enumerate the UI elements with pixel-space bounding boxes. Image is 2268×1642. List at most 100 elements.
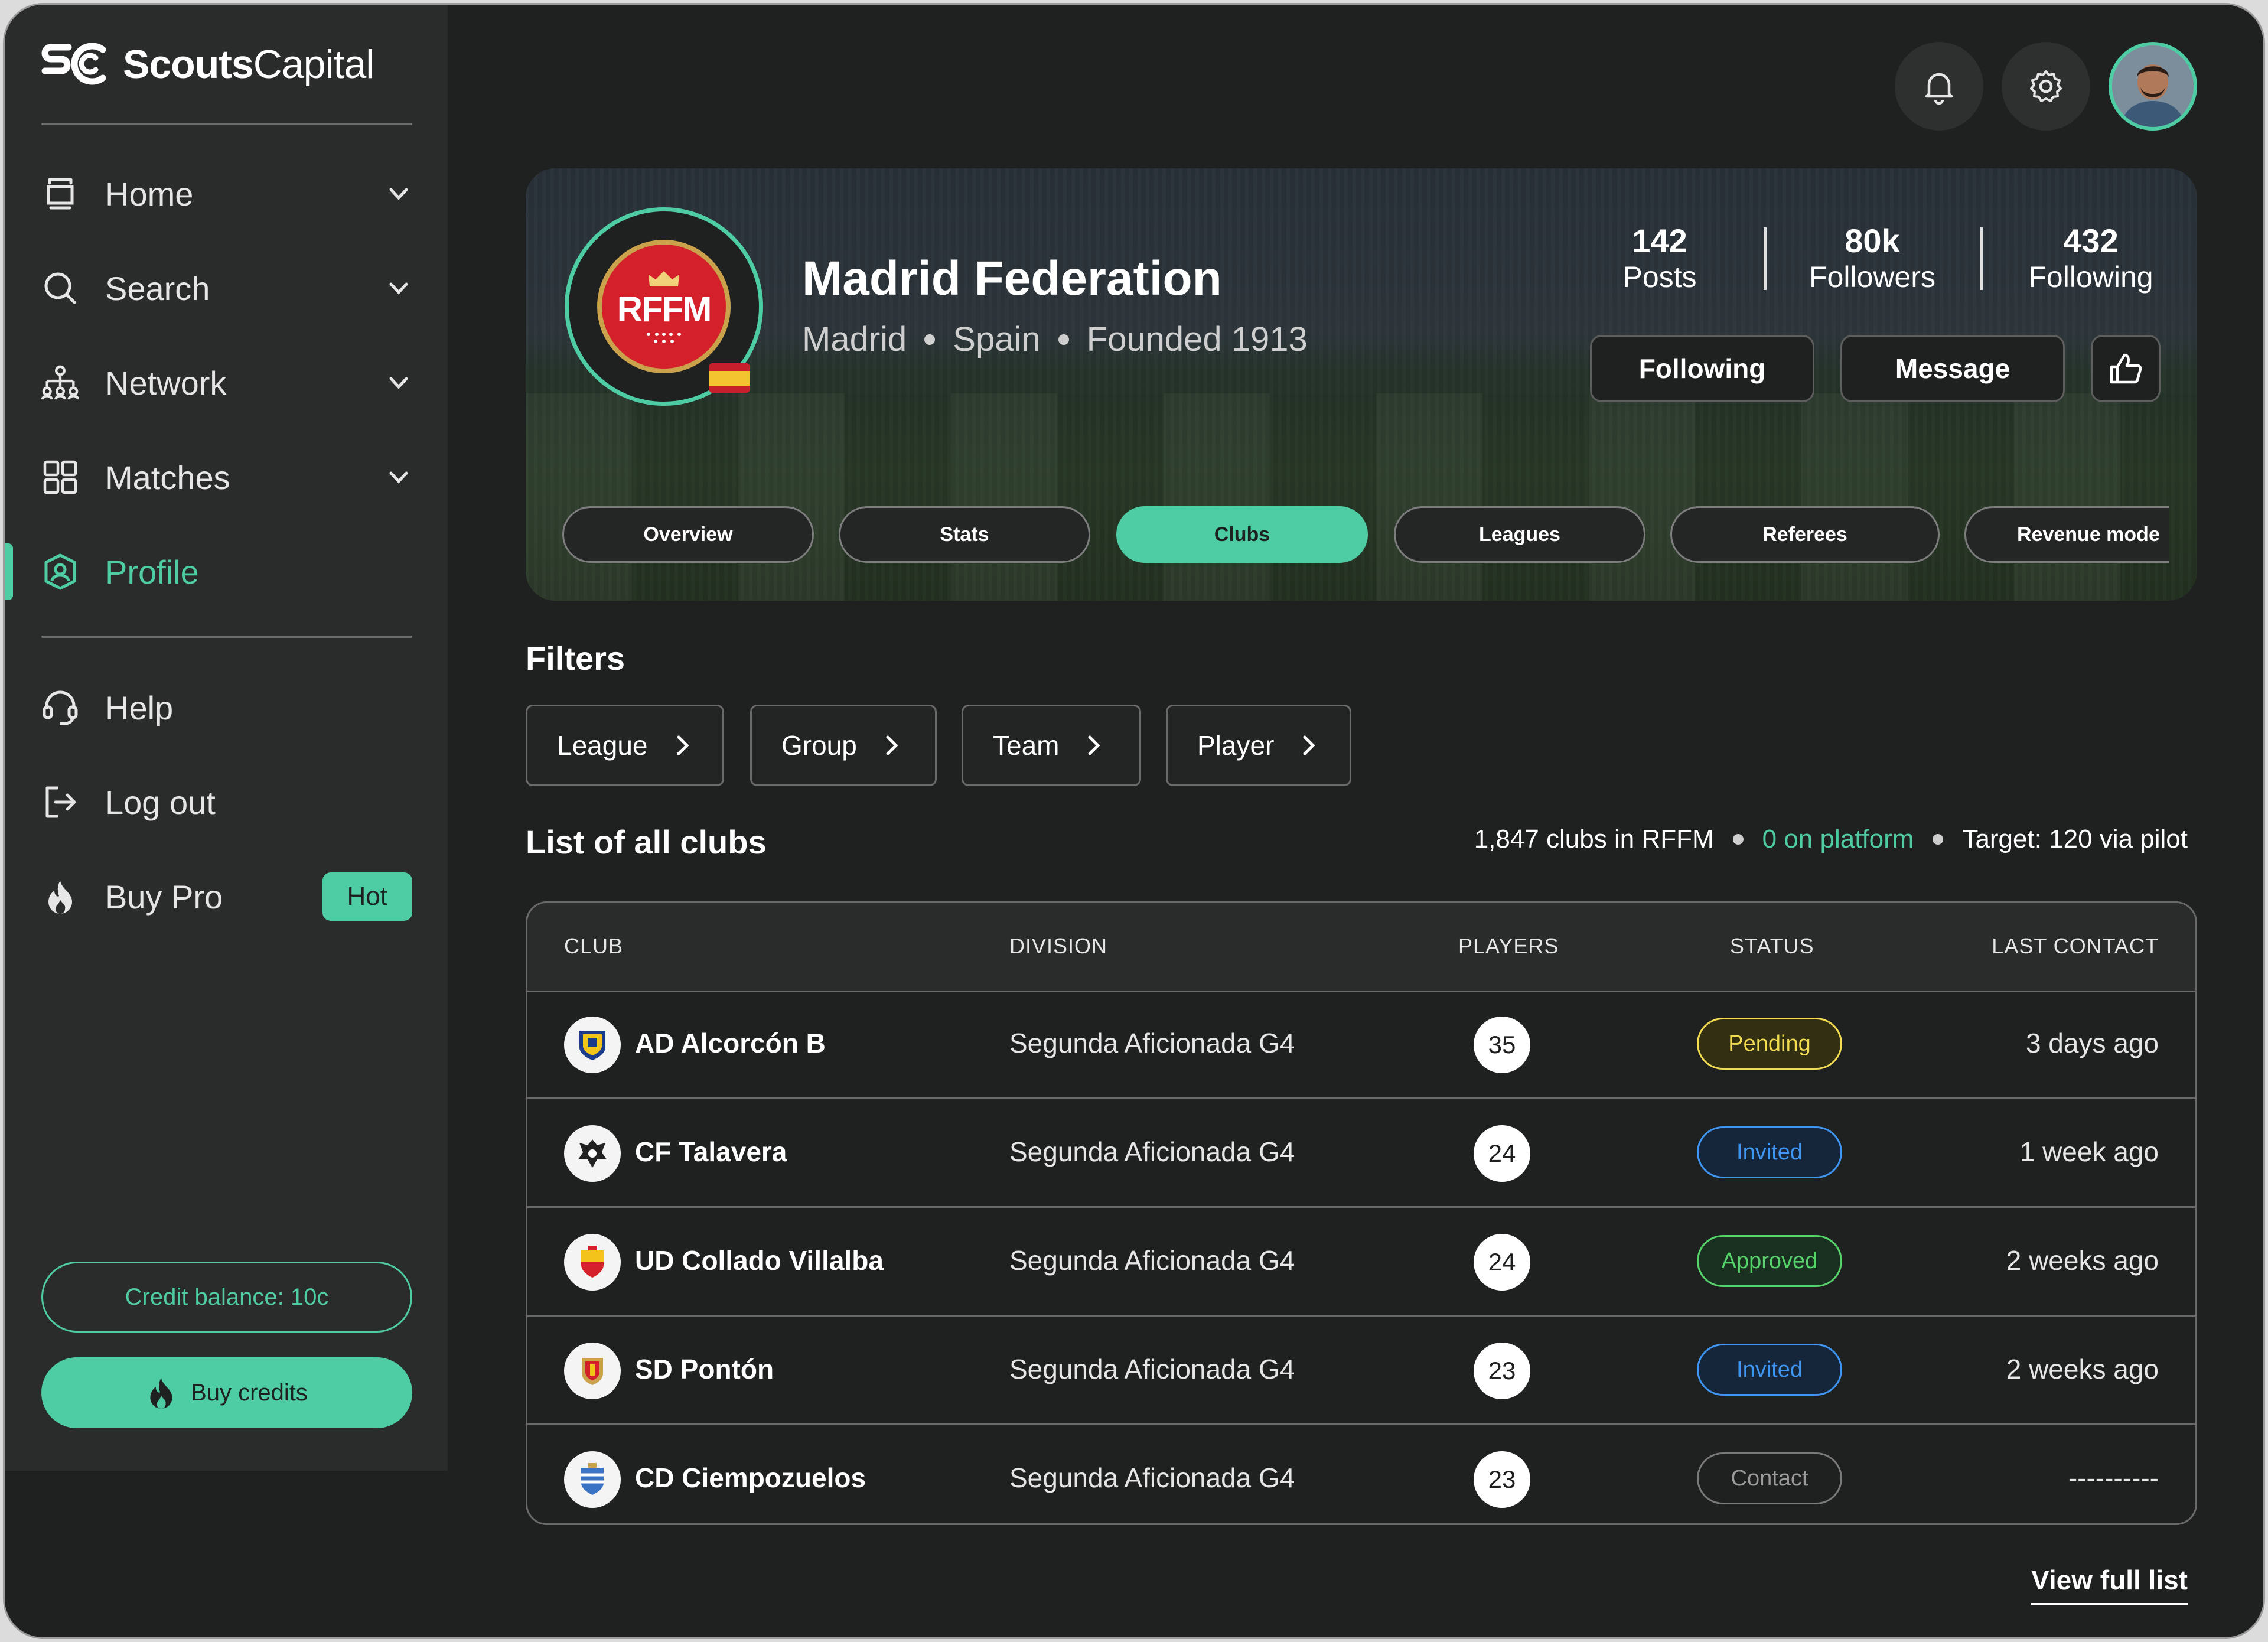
bell-icon — [1925, 73, 1953, 105]
club-logo-icon — [564, 1343, 621, 1399]
last-contact: 3 days ago — [2025, 1028, 2159, 1058]
message-button[interactable]: Message — [1840, 335, 2065, 402]
notifications-button[interactable] — [1895, 42, 1983, 131]
sidebar-divider — [41, 636, 412, 638]
headset-icon — [41, 689, 79, 726]
view-full-list-link[interactable]: View full list — [2031, 1564, 2188, 1605]
player-count: 23 — [1474, 1343, 1530, 1399]
tab-stats[interactable]: Stats — [839, 506, 1090, 563]
column-header-club[interactable]: CLUB — [564, 934, 623, 959]
sidebar-divider — [41, 123, 412, 125]
club-name[interactable]: AD Alcorcón B — [635, 1027, 826, 1059]
profile-icon — [41, 553, 79, 591]
sidebar-item-search[interactable]: Search — [41, 259, 412, 318]
sidebar-item-home[interactable]: Home — [41, 164, 412, 223]
like-button[interactable] — [2091, 335, 2161, 402]
club-name[interactable]: SD Pontón — [635, 1353, 774, 1385]
clubs-list-title: List of all clubs — [526, 823, 767, 861]
sidebar-item-buy-pro[interactable]: Buy Pro Hot — [41, 867, 412, 926]
profile-meta: Madrid Spain Founded 1913 — [802, 320, 1308, 359]
tab-clubs[interactable]: Clubs — [1116, 506, 1368, 563]
brand-name: ScoutsCapital — [123, 42, 374, 87]
sidebar-item-label: Profile — [105, 553, 199, 591]
stat-value: 80k — [1845, 222, 1900, 259]
search-icon — [41, 269, 79, 307]
club-name[interactable]: CF Talavera — [635, 1136, 787, 1168]
sidebar-item-label: Help — [105, 689, 174, 726]
filter-team[interactable]: Team — [962, 705, 1141, 786]
app-window: ScoutsCapital Home Search Network Matche… — [3, 3, 2265, 1639]
profile-tabs: Overview Stats Clubs Leagues Referees Re… — [562, 506, 2169, 565]
profile-city: Madrid — [802, 320, 907, 359]
chevron-down-icon — [389, 282, 408, 295]
profile-name: Madrid Federation — [802, 252, 1222, 305]
brand-logo[interactable]: ScoutsCapital — [41, 41, 374, 87]
column-header-status[interactable]: STATUS — [1730, 934, 1814, 959]
filters-title: Filters — [526, 640, 625, 677]
stat-followers[interactable]: 80k Followers — [1801, 221, 1943, 294]
club-division: Segunda Aficionada G4 — [1009, 1245, 1295, 1276]
separator-dot — [1933, 834, 1944, 845]
column-header-last-contact[interactable]: LAST CONTACT — [1992, 934, 2159, 959]
flame-icon — [150, 1377, 172, 1409]
thumbs-up-icon — [2110, 353, 2142, 384]
clubs-table: CLUB DIVISION PLAYERS STATUS LAST CONTAC… — [526, 901, 2197, 1525]
status-badge[interactable]: Invited — [1697, 1126, 1842, 1178]
filter-label: Team — [993, 730, 1060, 761]
table-row[interactable]: CD Ciempozuelos Segunda Aficionada G4 23… — [527, 1425, 2195, 1523]
club-name[interactable]: UD Collado Villalba — [635, 1244, 884, 1276]
table-row[interactable]: CF Talavera Segunda Aficionada G4 24 Inv… — [527, 1099, 2195, 1208]
stars-icon — [647, 332, 681, 343]
stat-following[interactable]: 432 Following — [2020, 221, 2162, 294]
stat-posts[interactable]: 142 Posts — [1601, 221, 1719, 294]
buy-credits-label: Buy credits — [191, 1379, 308, 1406]
club-division: Segunda Aficionada G4 — [1009, 1354, 1295, 1384]
chevron-right-icon — [1088, 735, 1101, 755]
sidebar-item-network[interactable]: Network — [41, 353, 412, 412]
contact-button[interactable]: Contact — [1697, 1452, 1842, 1504]
separator-dot — [924, 334, 936, 345]
status-badge[interactable]: Invited — [1697, 1344, 1842, 1396]
table-row[interactable]: UD Collado Villalba Segunda Aficionada G… — [527, 1208, 2195, 1317]
buy-credits-button[interactable]: Buy credits — [41, 1357, 412, 1428]
sidebar-item-label: Home — [105, 175, 194, 213]
table-row[interactable]: SD Pontón Segunda Aficionada G4 23 Invit… — [527, 1317, 2195, 1425]
column-header-division[interactable]: DIVISION — [1009, 934, 1107, 959]
stat-divider — [1764, 227, 1767, 290]
status-badge[interactable]: Pending — [1697, 1018, 1842, 1070]
table-row[interactable]: AD Alcorcón B Segunda Aficionada G4 35 P… — [527, 991, 2195, 1099]
club-division: Segunda Aficionada G4 — [1009, 1136, 1295, 1167]
chevron-right-icon — [1303, 735, 1315, 755]
sidebar-item-logout[interactable]: Log out — [41, 773, 412, 832]
filter-player[interactable]: Player — [1166, 705, 1351, 786]
club-logo-icon — [564, 1234, 621, 1291]
chevron-down-icon — [389, 188, 408, 200]
last-contact: 2 weeks ago — [2006, 1354, 2159, 1384]
club-name[interactable]: CD Ciempozuelos — [635, 1462, 866, 1494]
logout-icon — [41, 783, 79, 821]
sidebar-item-profile[interactable]: Profile — [41, 542, 412, 601]
clubs-target: Target: 120 via pilot — [1962, 825, 2188, 853]
club-logo-icon — [564, 1017, 621, 1073]
chevron-right-icon — [677, 735, 689, 755]
following-button[interactable]: Following — [1590, 335, 1814, 402]
avatar[interactable] — [2109, 42, 2197, 131]
crown-icon — [649, 271, 679, 286]
tab-leagues[interactable]: Leagues — [1394, 506, 1645, 563]
tab-overview[interactable]: Overview — [562, 506, 814, 563]
chevron-right-icon — [886, 735, 898, 755]
filter-league[interactable]: League — [526, 705, 724, 786]
sidebar-item-help[interactable]: Help — [41, 678, 412, 737]
stat-label: Following — [2028, 260, 2153, 294]
column-header-players[interactable]: PLAYERS — [1458, 934, 1559, 959]
filter-group[interactable]: Group — [750, 705, 937, 786]
filter-label: League — [557, 730, 648, 761]
sidebar-item-matches[interactable]: Matches — [41, 448, 412, 507]
tab-referees[interactable]: Referees — [1670, 506, 1940, 563]
profile-hero: RFFM Madrid Federation Madrid Spain Foun… — [526, 168, 2197, 601]
tab-revenue-mode[interactable]: Revenue mode — [1964, 506, 2169, 563]
settings-button[interactable] — [2002, 42, 2090, 131]
stat-value: 142 — [1632, 222, 1687, 259]
player-count: 23 — [1474, 1451, 1530, 1508]
status-badge[interactable]: Approved — [1697, 1235, 1842, 1287]
